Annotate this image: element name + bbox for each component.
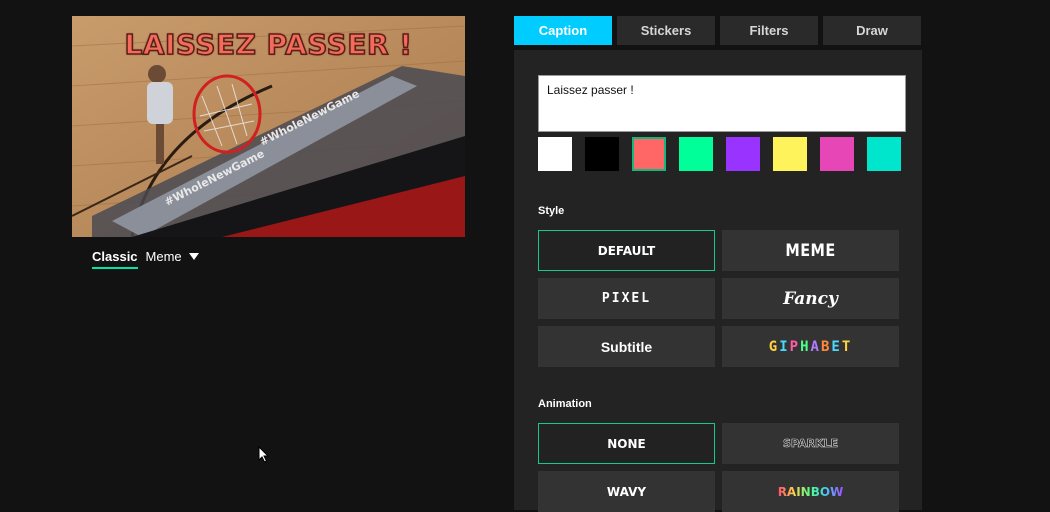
style-option-default[interactable]: DEFAULT: [538, 230, 715, 271]
color-swatch-green[interactable]: [679, 137, 713, 171]
giphabet-letter: B: [820, 338, 832, 355]
animation-option-sparkle[interactable]: SPARKLE: [722, 423, 899, 464]
style-option-label: GIPHABET: [769, 339, 853, 355]
color-swatch-purple[interactable]: [726, 137, 760, 171]
giphabet-letter: I: [779, 338, 790, 355]
tab-draw[interactable]: Draw: [823, 16, 921, 45]
color-swatch-pink[interactable]: [820, 137, 854, 171]
animation-option-rainbow[interactable]: RAINBOW: [722, 471, 899, 512]
mode-meme-tab[interactable]: Meme: [146, 249, 182, 269]
animation-options: NONE SPARKLE WAVY RAINBOW: [538, 423, 899, 512]
caption-panel: Laissez passer ! Style DEFAULT MEME PIXE…: [514, 50, 922, 512]
tab-filters[interactable]: Filters: [720, 16, 818, 45]
mode-classic-tab[interactable]: Classic: [92, 249, 138, 269]
style-option-pixel[interactable]: PIXEL: [538, 278, 715, 319]
color-swatch-teal[interactable]: [867, 137, 901, 171]
caption-overlay-text: LAISSEZ PASSER !: [124, 27, 413, 62]
style-option-meme[interactable]: MEME: [722, 230, 899, 271]
color-swatches: [538, 137, 901, 171]
animation-section-label: Animation: [538, 398, 592, 410]
color-swatch-coral[interactable]: [632, 137, 666, 171]
color-swatch-white[interactable]: [538, 137, 572, 171]
giphabet-letter: E: [831, 338, 842, 355]
gif-preview: #WholeNewGame #WholeNewGame LAISSEZ PASS…: [72, 16, 465, 237]
giphabet-letter: G: [768, 338, 780, 355]
style-option-label: DEFAULT: [597, 243, 656, 258]
style-option-giphabet[interactable]: GIPHABET: [722, 326, 899, 367]
animation-option-label: WAVY: [606, 484, 647, 499]
chevron-down-icon[interactable]: [188, 253, 199, 260]
animation-option-none[interactable]: NONE: [538, 423, 715, 464]
tab-stickers[interactable]: Stickers: [617, 16, 715, 45]
style-option-label: Fancy: [783, 288, 838, 309]
caption-mode-switch: Classic Meme: [92, 249, 199, 269]
animation-option-label: SPARKLE: [782, 437, 839, 451]
style-option-label: MEME: [785, 240, 836, 261]
style-options: DEFAULT MEME PIXEL Fancy Subtitle GIPHAB…: [538, 230, 899, 367]
animation-option-wavy[interactable]: WAVY: [538, 471, 715, 512]
color-swatch-black[interactable]: [585, 137, 619, 171]
tab-caption[interactable]: Caption: [514, 16, 612, 45]
giphabet-letter: H: [800, 338, 811, 355]
giphabet-letter: T: [841, 338, 853, 355]
caption-text-input[interactable]: Laissez passer !: [538, 75, 906, 132]
editor-tabs: Caption Stickers Filters Draw: [514, 16, 921, 45]
giphabet-letter: P: [789, 338, 801, 355]
style-option-subtitle[interactable]: Subtitle: [538, 326, 715, 367]
mouse-cursor-icon: [258, 446, 270, 463]
color-swatch-yellow[interactable]: [773, 137, 807, 171]
giphabet-letter: A: [810, 338, 821, 355]
style-option-label: Subtitle: [600, 338, 653, 355]
animation-option-label: NONE: [607, 436, 646, 451]
style-option-fancy[interactable]: Fancy: [722, 278, 899, 319]
animation-option-label: RAINBOW: [777, 484, 844, 499]
style-option-label: PIXEL: [601, 291, 652, 306]
style-section-label: Style: [538, 205, 565, 217]
